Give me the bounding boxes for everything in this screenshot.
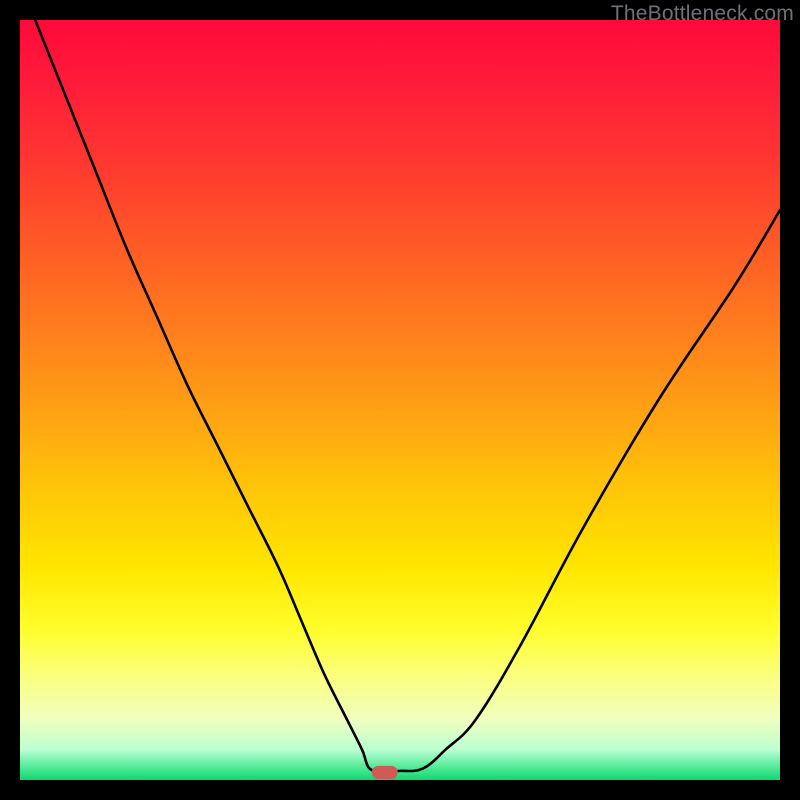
curve-layer xyxy=(20,20,780,780)
plot-area xyxy=(20,20,780,780)
chart-frame: TheBottleneck.com xyxy=(0,0,800,800)
bottleneck-curve xyxy=(35,20,780,771)
optimal-point-marker xyxy=(372,766,398,779)
